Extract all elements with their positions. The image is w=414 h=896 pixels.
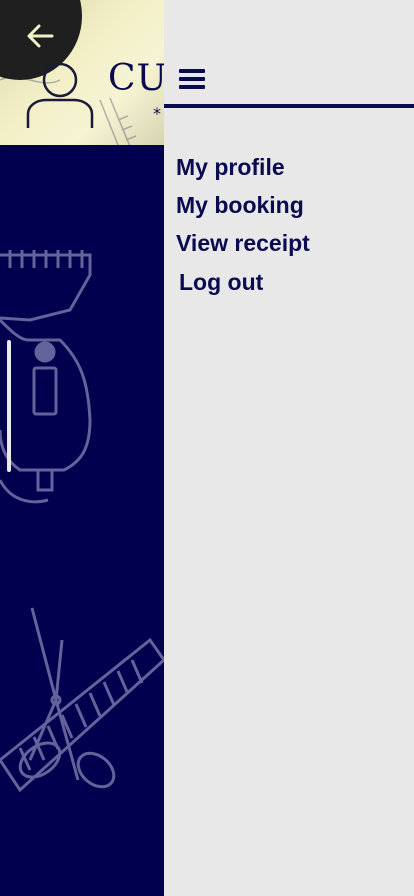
hamburger-menu-icon[interactable]: [179, 69, 205, 91]
menu-item-my-booking[interactable]: My booking: [176, 188, 310, 226]
drawer-divider: [164, 104, 414, 108]
main-screen-background: CU *: [0, 0, 164, 896]
user-avatar-icon[interactable]: [26, 62, 94, 128]
menu-item-log-out[interactable]: Log out: [179, 264, 310, 304]
drawer-menu: My profile My booking View receipt Log o…: [176, 150, 310, 304]
menu-item-my-profile[interactable]: My profile: [176, 150, 310, 188]
brand-subtitle: *: [153, 104, 161, 123]
navigation-drawer: My profile My booking View receipt Log o…: [164, 0, 414, 896]
menu-item-view-receipt[interactable]: View receipt: [176, 226, 310, 264]
header-banner: CU *: [0, 0, 164, 145]
brand-title: CU: [108, 58, 164, 99]
scroll-indicator[interactable]: [7, 340, 11, 472]
arrow-left-icon: [27, 24, 54, 48]
